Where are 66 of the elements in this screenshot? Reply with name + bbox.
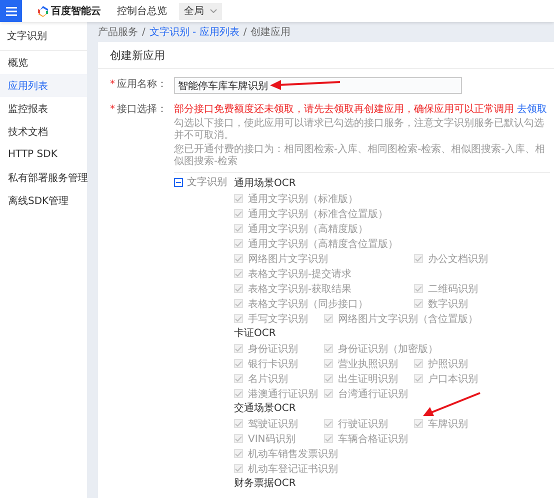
group-title: 交通场景OCR [234, 402, 296, 416]
logo-text[interactable]: 百度智能云 [51, 4, 101, 18]
checkbox-label: 港澳通行证识别 [248, 388, 318, 400]
menu-icon [6, 6, 16, 16]
checkbox-label: 办公文档识别 [428, 252, 488, 266]
annotation-arrow [270, 80, 340, 90]
breadcrumb-separator: / [142, 26, 146, 38]
checkbox-label: 通用文字识别（高精度版） [248, 222, 368, 236]
checkbox-label: 营业执照识别 [338, 358, 398, 370]
field-label: * 应用名称： [110, 78, 168, 92]
paid-note: 您已开通付费的接口为：相同图检索-入库、相同图检索-检索、相似图搜索-入库、相似图搜索-检索 [174, 144, 550, 173]
breadcrumb-separator: / [243, 26, 247, 38]
sidebar-item[interactable]: 技术文档 [0, 120, 87, 143]
breadcrumb-link[interactable]: 文字识别 - 应用列表 [149, 25, 240, 39]
claim-link[interactable]: 去领取 [517, 104, 548, 115]
console-link[interactable]: 控制台总览 [117, 4, 167, 18]
sidebar-title: 文字识别 [0, 22, 87, 51]
checkbox-label: 户口本识别 [428, 372, 478, 386]
menu-button[interactable] [0, 0, 22, 22]
checkbox-label: 表格文字识别-提交请求 [248, 268, 352, 280]
group-title: 卡证OCR [234, 326, 276, 341]
checkbox-label: 身份证识别 [248, 342, 298, 356]
checkbox-label: 网络图片文字识别（含位置版） [338, 312, 478, 326]
region-select[interactable]: 全局 [179, 2, 222, 20]
sidebar-item[interactable]: 离线SDK管理 [0, 189, 87, 212]
checkbox-label: 车牌识别 [428, 418, 468, 430]
checkbox-label: 护照识别 [428, 358, 468, 370]
checkbox-label: 网络图片文字识别 [248, 252, 328, 266]
hint-text: 勾选以下接口，使此应用可以请求已勾选的接口服务，注意文字识别服务已默认勾选并不可取消。 [174, 118, 545, 142]
checkbox-label: 二维码识别 [428, 282, 478, 296]
checkbox-label: 手写文字识别 [248, 312, 308, 326]
checkbox-label: 机动车登记证书识别 [248, 462, 338, 476]
checkbox-label: 表格文字识别-获取结果 [248, 282, 352, 296]
checkbox-label: 通用文字识别（高精度含位置版） [248, 238, 398, 250]
breadcrumb-item: 创建应用 [250, 26, 291, 39]
checkbox-label: 通用文字识别（标准含位置版） [248, 208, 388, 220]
field-label: * 接口选择： [110, 104, 168, 117]
checkbox-label: 通用文字识别（标准版） [248, 192, 358, 206]
sidebar-item[interactable]: 私有部署服务管理 [0, 166, 87, 189]
warning-text: 部分接口免费额度还未领取，请先去领取再创建应用，确保应用可以正常调用 去领取 [174, 104, 548, 116]
logo-icon [38, 6, 48, 16]
group-title: 财务票据OCR [234, 476, 296, 491]
group-title: 通用场景OCR [234, 176, 296, 191]
checkbox-label: VIN码识别 [248, 432, 296, 446]
sidebar-item[interactable]: 应用列表 [0, 74, 87, 97]
checkbox-label: 车辆合格证识别 [338, 432, 408, 446]
checkbox-label: 行驶证识别 [338, 418, 388, 430]
chevron-icon [210, 9, 217, 13]
card-title: 创建新应用 [98, 42, 554, 69]
breadcrumb-item: 产品服务 [98, 26, 138, 39]
checkbox-label: 名片识别 [248, 372, 288, 386]
indeterminate-checkbox[interactable] [174, 178, 183, 187]
tree-label: 文字识别 [187, 176, 227, 190]
sidebar-item[interactable]: 概览 [0, 51, 87, 74]
sidebar-item[interactable]: 监控报表 [0, 97, 87, 120]
checkbox-label: 出生证明识别 [338, 372, 398, 386]
sidebar-item[interactable]: HTTP SDK [0, 143, 87, 166]
app-name-field[interactable]: 智能停车库车牌识别 [174, 77, 462, 94]
checkbox-label: 驾驶证识别 [248, 418, 298, 430]
checkbox-label: 身份证识别（加密版） [338, 342, 438, 356]
annotation-arrow [423, 392, 480, 416]
checkbox-label: 台湾通行证识别 [338, 388, 408, 400]
checkbox-label: 数字识别 [428, 298, 468, 310]
checkbox-label: 机动车销售发票识别 [248, 448, 338, 460]
checkbox-label: 表格文字识别（同步接口） [248, 298, 368, 310]
checkbox-label: 银行卡识别 [248, 358, 298, 370]
